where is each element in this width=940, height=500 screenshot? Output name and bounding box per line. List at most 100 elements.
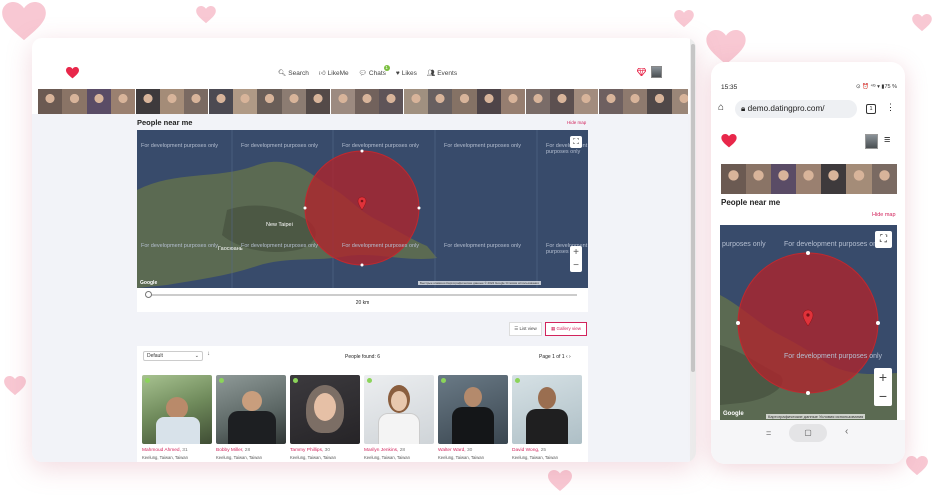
featured-user-photo[interactable]: [549, 89, 575, 114]
user-photo[interactable]: [142, 375, 212, 444]
pagination[interactable]: Page 1 of 1 ‹ ›: [539, 354, 571, 360]
home-icon[interactable]: ⌂: [718, 102, 724, 113]
map-attribution[interactable]: Быстрые клавиши Картографические данные …: [418, 281, 541, 285]
user-name[interactable]: Marilyn Jenkins, 28: [364, 448, 434, 453]
map-view[interactable]: purposes only For development purposes o…: [720, 225, 897, 420]
nav-events[interactable]: 👥︎ Events: [427, 69, 457, 78]
heart-logo-icon[interactable]: [721, 134, 737, 148]
home-button[interactable]: ▢: [789, 424, 827, 442]
map-attribution[interactable]: Картографические данные Условия использо…: [766, 414, 866, 419]
nav-likeme[interactable]: 👍︎ LikeMe: [319, 69, 349, 78]
hide-map-link[interactable]: Hide map: [872, 212, 896, 218]
featured-user-photo[interactable]: [330, 89, 355, 114]
distance-slider-track[interactable]: [147, 294, 577, 296]
url-field[interactable]: 🔒︎ demo.datingpro.com/: [735, 100, 857, 118]
featured-user-photo[interactable]: [86, 89, 111, 114]
online-indicator: [367, 378, 372, 383]
zoom-out-button[interactable]: −: [570, 259, 582, 272]
google-logo: Google: [723, 411, 744, 417]
featured-user-photo[interactable]: [135, 89, 160, 114]
user-photo[interactable]: [512, 375, 582, 444]
featured-user-photo[interactable]: [647, 89, 672, 114]
hide-map-link[interactable]: Hide map: [567, 120, 586, 125]
featured-user-photo[interactable]: [111, 89, 136, 114]
user-name[interactable]: Mahmoud Ahmed, 31: [142, 448, 212, 453]
featured-user-photo[interactable]: [233, 89, 258, 114]
featured-user-photo[interactable]: [671, 89, 688, 114]
user-avatar[interactable]: [865, 134, 878, 149]
heart-logo-icon[interactable]: [66, 67, 79, 79]
user-name[interactable]: David Wong, 25: [512, 448, 582, 453]
user-avatar[interactable]: [651, 66, 662, 78]
user-photo[interactable]: [216, 375, 286, 444]
nav-search[interactable]: 🔍︎ Search: [278, 69, 309, 78]
featured-user-photo[interactable]: [623, 89, 648, 114]
featured-user-photo[interactable]: [208, 89, 233, 114]
featured-user-photo[interactable]: [476, 89, 501, 114]
user-name[interactable]: Tammy Phillips, 30: [290, 448, 360, 453]
featured-user-photo[interactable]: [184, 89, 209, 114]
heart-decoration-icon: [706, 30, 746, 65]
featured-user-photo[interactable]: [574, 89, 599, 114]
user-name[interactable]: Walter Ward, 30: [438, 448, 508, 453]
nav-chats[interactable]: 💬︎ Chats 1: [359, 65, 390, 77]
featured-user-photo[interactable]: [354, 89, 380, 114]
featured-user-photo[interactable]: [281, 89, 306, 114]
user-card[interactable]: Marilyn Jenkins, 28 Keelung, Taiwan, Tai…: [364, 375, 434, 460]
featured-user-photo[interactable]: [796, 164, 822, 194]
list-view-button[interactable]: ☰ List view: [509, 322, 542, 336]
featured-user-photo[interactable]: [159, 89, 185, 114]
scrollbar-thumb[interactable]: [691, 44, 695, 372]
zoom-in-button[interactable]: +: [874, 368, 892, 387]
user-name[interactable]: Bobby Miller, 28: [216, 448, 286, 453]
user-card[interactable]: Tammy Phillips, 30 Keelung, Taiwan, Taiw…: [290, 375, 360, 460]
user-location: Keelung, Taiwan, Taiwan: [512, 455, 558, 460]
zoom-in-button[interactable]: +: [570, 246, 582, 259]
featured-user-photo[interactable]: [379, 89, 404, 114]
featured-user-photo[interactable]: [62, 89, 87, 114]
user-card[interactable]: Bobby Miller, 28 Keelung, Taiwan, Taiwan: [216, 375, 286, 460]
zoom-out-button[interactable]: −: [874, 387, 892, 406]
heart-decoration-icon: [196, 6, 216, 24]
recent-apps-button[interactable]: =: [766, 428, 771, 438]
featured-user-photo[interactable]: [846, 164, 872, 194]
user-photo[interactable]: [290, 375, 360, 444]
featured-user-photo[interactable]: [871, 164, 897, 194]
featured-user-photo[interactable]: [306, 89, 331, 114]
distance-slider-handle[interactable]: [145, 291, 152, 298]
user-location: Keelung, Taiwan, Taiwan: [142, 455, 188, 460]
map-watermark: For development purposes only: [141, 143, 219, 149]
scrollbar[interactable]: [690, 38, 696, 462]
featured-user-photo[interactable]: [821, 164, 847, 194]
user-card[interactable]: Walter Ward, 30 Keelung, Taiwan, Taiwan: [438, 375, 508, 460]
featured-user-photo[interactable]: [38, 89, 63, 114]
diamond-icon[interactable]: [637, 68, 646, 76]
more-options-icon[interactable]: ⋮: [886, 102, 895, 113]
map-view[interactable]: For development purposes only For develo…: [137, 130, 588, 288]
online-indicator: [441, 378, 446, 383]
featured-user-photo[interactable]: [771, 164, 797, 194]
nav-likes[interactable]: ♥ Likes: [396, 69, 417, 77]
featured-user-photo[interactable]: [428, 89, 453, 114]
gallery-view-button[interactable]: ▦ Gallery view: [545, 322, 587, 336]
tabs-button[interactable]: 1: [866, 104, 876, 114]
user-card[interactable]: Mahmoud Ahmed, 31 Keelung, Taiwan, Taiwa…: [142, 375, 212, 460]
status-icons: ⊙ ⏰ ⁴ᴳ ▾ ▮75 %: [856, 84, 897, 90]
fullscreen-icon[interactable]: ⛶: [570, 136, 582, 148]
featured-user-photo[interactable]: [721, 164, 747, 194]
online-indicator: [219, 378, 224, 383]
featured-user-photo[interactable]: [257, 89, 282, 114]
featured-user-photo[interactable]: [501, 89, 526, 114]
fullscreen-icon[interactable]: ⛶: [875, 231, 892, 248]
user-card[interactable]: David Wong, 25 Keelung, Taiwan, Taiwan: [512, 375, 582, 460]
featured-user-photo[interactable]: [746, 164, 772, 194]
hamburger-menu-icon[interactable]: ≡: [884, 134, 890, 146]
featured-user-photo[interactable]: [403, 89, 428, 114]
user-photo[interactable]: [364, 375, 434, 444]
featured-user-photo[interactable]: [525, 89, 550, 114]
map-zoom-control: + −: [570, 246, 582, 272]
featured-user-photo[interactable]: [598, 89, 623, 114]
featured-user-photo[interactable]: [452, 89, 477, 114]
back-button[interactable]: ‹: [845, 426, 848, 437]
user-photo[interactable]: [438, 375, 508, 444]
